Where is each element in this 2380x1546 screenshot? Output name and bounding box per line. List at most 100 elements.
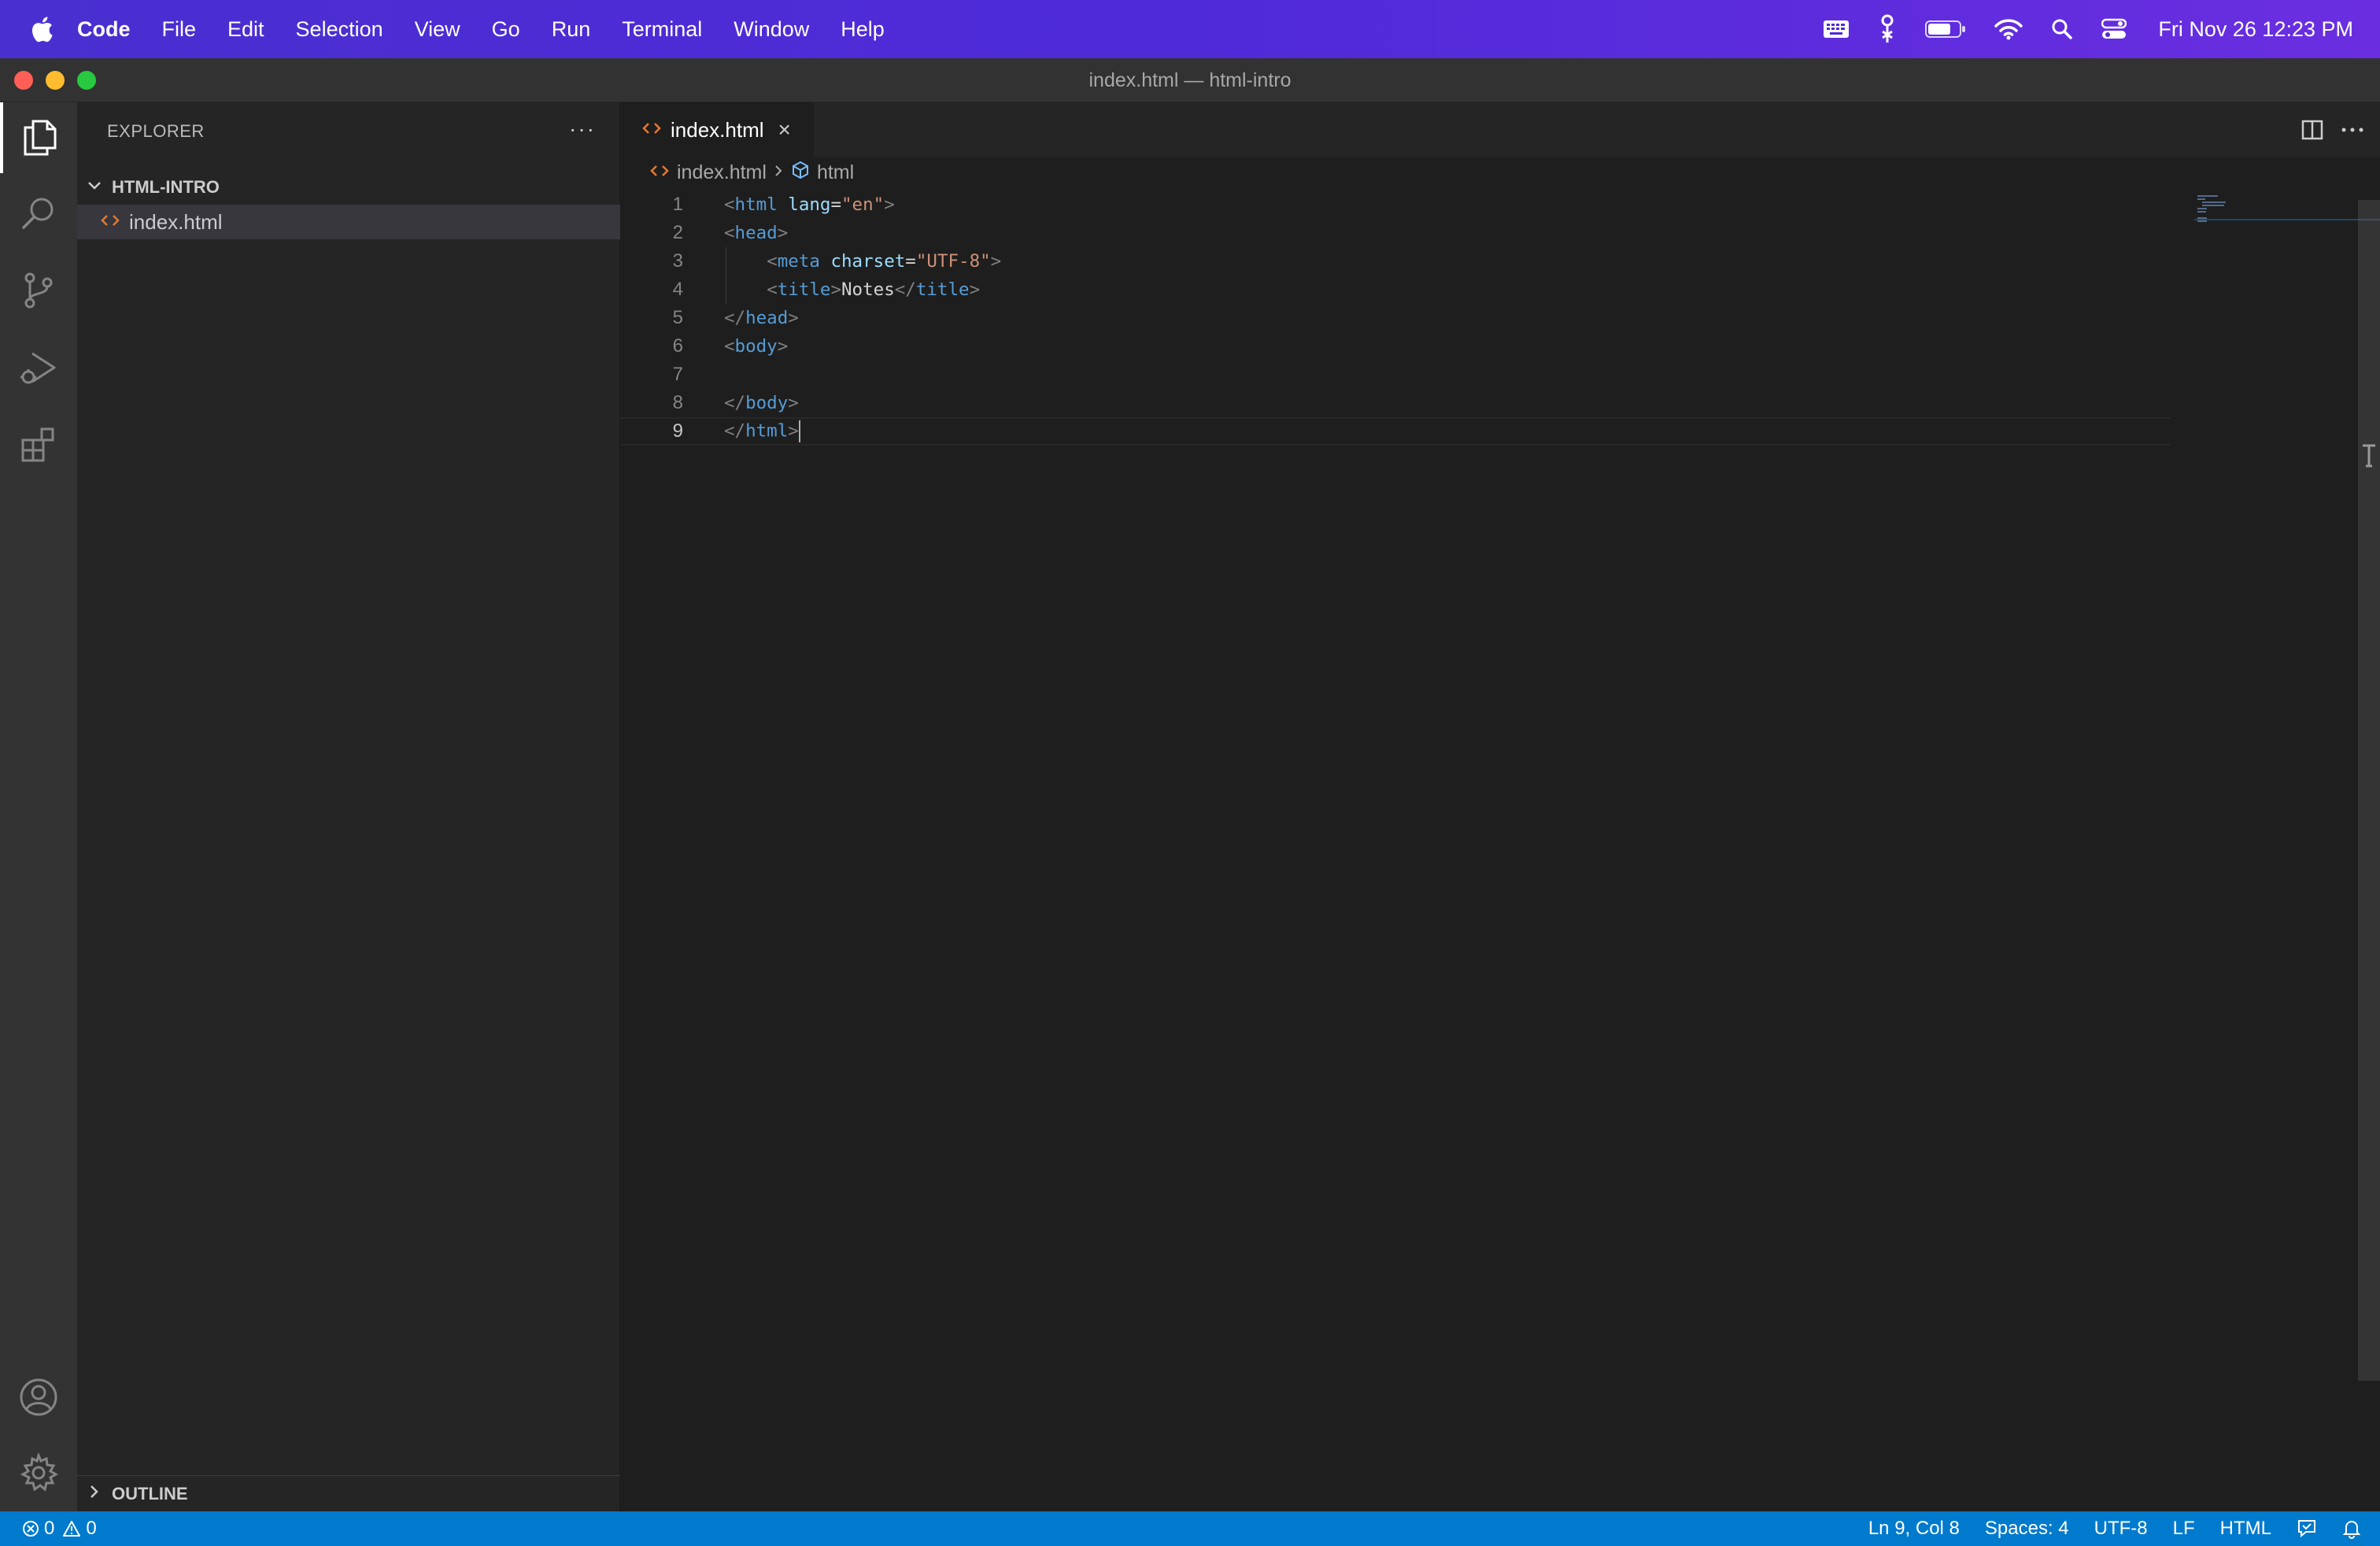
- control-center-icon[interactable]: [2101, 18, 2127, 40]
- menu-run[interactable]: Run: [552, 17, 591, 42]
- menu-go[interactable]: Go: [492, 17, 520, 42]
- code-token: <: [767, 279, 778, 300]
- spotlight-search-icon[interactable]: [2051, 18, 2073, 40]
- minimap[interactable]: [2194, 187, 2380, 1511]
- vscode-window: index.html — html-intro EXPLORER ··· HTM…: [0, 58, 2380, 1546]
- close-tab-icon[interactable]: ×: [778, 117, 791, 142]
- code-token: head: [745, 308, 789, 328]
- explorer-header: EXPLORER: [107, 121, 205, 141]
- code-line[interactable]: 5 </head>: [620, 304, 2171, 332]
- code-token: >: [884, 194, 895, 215]
- editor-actions: [2284, 102, 2364, 157]
- line-number: 1: [672, 194, 683, 215]
- outline-section[interactable]: OUTLINE: [77, 1475, 620, 1511]
- editor-tab-bar: index.html ×: [620, 102, 2380, 157]
- code-token: title: [777, 279, 831, 300]
- menu-help[interactable]: Help: [841, 17, 885, 42]
- status-cursor-position[interactable]: Ln 9, Col 8: [1868, 1518, 1960, 1540]
- tab-label: index.html: [671, 117, 764, 142]
- code-line[interactable]: 8 </body>: [620, 389, 2171, 417]
- more-actions-icon[interactable]: [2341, 126, 2364, 134]
- accounts-icon: [20, 1378, 57, 1416]
- window-titlebar: index.html — html-intro: [0, 58, 2380, 102]
- folder-html-intro[interactable]: HTML-INTRO: [77, 170, 620, 205]
- menu-view[interactable]: View: [415, 17, 460, 42]
- activity-accounts[interactable]: [0, 1362, 77, 1433]
- extensions-icon: [21, 427, 54, 462]
- activity-extensions[interactable]: [0, 409, 77, 480]
- menu-window[interactable]: Window: [734, 17, 809, 42]
- status-eol[interactable]: LF: [2173, 1518, 2195, 1540]
- code-line[interactable]: 9 </html>: [620, 417, 2171, 446]
- activity-source-control[interactable]: [0, 255, 77, 326]
- text-cursor: [798, 420, 800, 442]
- activity-search[interactable]: [0, 178, 77, 249]
- code-token: >: [990, 251, 1002, 272]
- breadcrumb: index.html html: [620, 157, 2380, 187]
- menu-edit[interactable]: Edit: [227, 17, 264, 42]
- menu-terminal[interactable]: Terminal: [622, 17, 702, 42]
- explorer-icon: [24, 120, 57, 156]
- code-token: title: [915, 279, 970, 300]
- code-token: >: [830, 279, 842, 300]
- activity-bar: [0, 102, 77, 1511]
- notifications-bell-icon[interactable]: [2342, 1518, 2361, 1539]
- code-token: html: [734, 194, 778, 215]
- code-token: </: [724, 420, 746, 442]
- tab-index-html[interactable]: index.html ×: [620, 102, 814, 157]
- status-encoding[interactable]: UTF-8: [2094, 1518, 2148, 1540]
- keyboard-icon[interactable]: [1823, 19, 1850, 39]
- menu-app-name[interactable]: Code: [77, 17, 131, 42]
- breadcrumb-symbol[interactable]: html: [817, 161, 854, 184]
- chevron-right-icon: [771, 161, 785, 184]
- code-editor[interactable]: 1 <html lang="en"> 2 <head> 3 <meta charset=…: [620, 190, 2171, 1450]
- status-warnings[interactable]: 0: [62, 1518, 97, 1540]
- menu-selection[interactable]: Selection: [296, 17, 383, 42]
- feedback-icon[interactable]: [2297, 1518, 2317, 1539]
- code-line[interactable]: 4 <title>Notes</title>: [620, 276, 2171, 304]
- warnings-count: 0: [86, 1518, 97, 1539]
- activity-explorer[interactable]: [0, 102, 77, 173]
- line-number: 9: [672, 420, 683, 442]
- file-item-index-html[interactable]: index.html: [77, 205, 620, 239]
- code-line[interactable]: 2 <head>: [620, 219, 2171, 247]
- battery-icon[interactable]: [1925, 20, 1966, 39]
- html-file-icon: [101, 213, 121, 232]
- menu-file[interactable]: File: [162, 17, 197, 42]
- explorer-more-actions-button[interactable]: ···: [569, 117, 596, 142]
- status-problems[interactable]: 0 0: [22, 1511, 105, 1546]
- code-token: </: [724, 308, 746, 328]
- code-token: >: [788, 308, 799, 328]
- code-token: <: [724, 336, 735, 357]
- code-line[interactable]: 6 <body>: [620, 332, 2171, 361]
- search-icon: [22, 198, 54, 229]
- status-right-items: Ln 9, Col 8 Spaces: 4 UTF-8 LF HTML: [1843, 1511, 2361, 1546]
- code-line[interactable]: 7: [620, 361, 2171, 389]
- run-debug-icon: [20, 352, 56, 384]
- code-line[interactable]: 3 <meta charset="UTF-8">: [620, 247, 2171, 276]
- code-token: html: [745, 420, 789, 442]
- scrollbar-cursor-marker-icon: [2363, 444, 2375, 468]
- code-token: >: [788, 420, 799, 442]
- status-indentation[interactable]: Spaces: 4: [1985, 1518, 2069, 1540]
- line-number: 6: [672, 335, 683, 357]
- bluetooth-accessory-icon[interactable]: [1878, 14, 1897, 44]
- status-language-mode[interactable]: HTML: [2220, 1518, 2271, 1540]
- code-text: <html lang="en">: [724, 194, 895, 215]
- code-text: </html>: [724, 420, 800, 442]
- activity-run-debug[interactable]: [0, 332, 77, 403]
- menubar-clock[interactable]: Fri Nov 26 12:23 PM: [2158, 17, 2353, 42]
- code-text: <title>Notes</title>: [724, 279, 980, 300]
- apple-logo-icon[interactable]: [30, 15, 54, 43]
- vertical-scrollbar[interactable]: [2358, 200, 2380, 1381]
- code-token: lang: [788, 194, 831, 215]
- breadcrumb-file[interactable]: index.html: [677, 161, 767, 184]
- split-editor-icon[interactable]: [2301, 119, 2323, 141]
- wifi-icon[interactable]: [1994, 18, 2023, 40]
- editor-area: index.html × index.html html 1 <html lan…: [620, 102, 2380, 1511]
- activity-manage[interactable]: [0, 1437, 77, 1508]
- status-errors[interactable]: 0: [22, 1518, 54, 1540]
- code-token: "en": [841, 194, 885, 215]
- code-line[interactable]: 1 <html lang="en">: [620, 190, 2171, 219]
